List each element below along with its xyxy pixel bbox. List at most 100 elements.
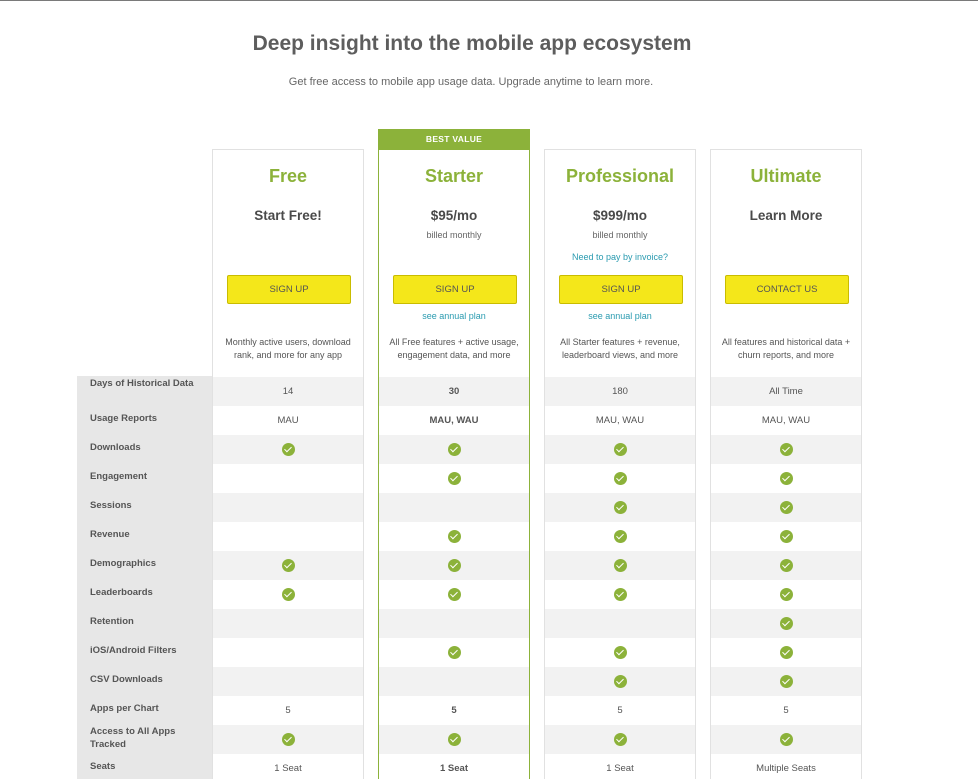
feature-cell: 1 Seat: [440, 763, 468, 774]
feature-cell: [213, 667, 363, 696]
annual-plan-link[interactable]: see annual plan: [545, 311, 695, 321]
feature-cell: [379, 493, 529, 522]
feature-cell: [711, 580, 861, 609]
annual-plan-link[interactable]: see annual plan: [379, 311, 529, 321]
feature-cell: [711, 667, 861, 696]
plan-price: $999/mo: [592, 208, 648, 223]
feature-cell: [545, 551, 695, 580]
check-circle-icon: [613, 500, 627, 514]
plan-description: Monthly active users, download rank, and…: [225, 337, 351, 360]
check-circle-icon: [613, 587, 627, 601]
feature-cell: [213, 493, 363, 522]
plan-name: Starter: [424, 166, 484, 186]
feature-cell: 14: [213, 377, 363, 406]
feature-cell: [379, 435, 529, 464]
check-circle-icon: [447, 732, 461, 746]
page-subtitle: Get free access to mobile app usage data…: [288, 76, 654, 88]
sign-up-button[interactable]: SIGN UP: [393, 275, 517, 304]
plan-card-ultimate: Ultimate Learn More CONTACT US All features…: [710, 149, 862, 779]
feature-cell: [545, 493, 695, 522]
feature-cell: 5: [617, 705, 623, 716]
feature-cell: [213, 638, 363, 667]
feature-label: Leaderboards: [90, 587, 153, 598]
feature-cell: MAU, WAU: [761, 415, 811, 426]
check-circle-icon: [613, 471, 627, 485]
feature-cell: 5: [783, 705, 789, 716]
feature-cell: [545, 638, 695, 667]
feature-label: Engagement: [90, 471, 148, 482]
feature-cell: [379, 551, 529, 580]
plan-price: Start Free!: [254, 208, 322, 223]
feature-label: Retention: [90, 616, 134, 627]
feature-cell: [213, 551, 363, 580]
feature-cell: [545, 609, 695, 638]
feature-cell: [379, 638, 529, 667]
check-circle-icon: [447, 529, 461, 543]
check-circle-icon: [613, 732, 627, 746]
feature-cell: [213, 580, 363, 609]
feature-cell: 5: [285, 705, 291, 716]
feature-cell: [379, 580, 529, 609]
check-circle-icon: [779, 529, 793, 543]
feature-cell: [711, 464, 861, 493]
sign-up-button[interactable]: SIGN UP: [559, 275, 683, 304]
feature-cell: [213, 609, 363, 638]
feature-cell: [213, 435, 363, 464]
feature-cell: [213, 725, 363, 754]
check-circle-icon: [281, 558, 295, 572]
plan-price: Learn More: [749, 208, 823, 223]
feature-cell: MAU, WAU: [595, 415, 645, 426]
check-circle-icon: [281, 732, 295, 746]
best-value-badge: BEST VALUE: [378, 129, 530, 149]
plan-description: All features and historical data + churn…: [721, 337, 851, 360]
feature-cell: [545, 580, 695, 609]
plan-name: Professional: [565, 166, 675, 186]
feature-cell: [379, 725, 529, 754]
sign-up-button[interactable]: SIGN UP: [227, 275, 351, 304]
feature-cell: [711, 435, 861, 464]
check-circle-icon: [779, 674, 793, 688]
check-circle-icon: [613, 442, 627, 456]
plan-name: Ultimate: [750, 166, 822, 186]
feature-cell: MAU: [277, 415, 299, 426]
feature-cell: [379, 522, 529, 551]
feature-cell: [711, 522, 861, 551]
feature-cell: [711, 609, 861, 638]
feature-cell: [545, 522, 695, 551]
check-circle-icon: [281, 587, 295, 601]
check-circle-icon: [447, 471, 461, 485]
feature-cell: 1 Seat: [606, 763, 634, 774]
feature-cell: [711, 493, 861, 522]
plan-name: Free: [268, 166, 308, 186]
check-circle-icon: [779, 442, 793, 456]
plan-description: All Free features + active usage, engage…: [389, 337, 519, 360]
plan-billing-note: billed monthly: [592, 230, 648, 240]
feature-label: CSV Downloads: [90, 674, 163, 685]
feature-label: Usage Reports: [90, 413, 158, 424]
feature-label: Access to All Apps Tracked: [90, 726, 176, 750]
feature-cell: 30: [379, 377, 529, 406]
check-circle-icon: [447, 645, 461, 659]
check-circle-icon: [613, 558, 627, 572]
plan-description: All Starter features + revenue, leaderbo…: [560, 337, 680, 360]
check-circle-icon: [779, 558, 793, 572]
plan-card-professional: Professional $999/mo billed monthly Need to…: [544, 149, 696, 779]
feature-label: Downloads: [90, 442, 141, 453]
contact-us-button[interactable]: CONTACT US: [725, 275, 849, 304]
feature-label: iOS/Android Filters: [90, 645, 177, 656]
check-circle-icon: [779, 616, 793, 630]
plan-billing-note: billed monthly: [426, 230, 482, 240]
feature-cell: [545, 667, 695, 696]
feature-cell: [213, 464, 363, 493]
feature-cell: 180: [545, 377, 695, 406]
check-circle-icon: [779, 471, 793, 485]
feature-cell: MAU, WAU: [429, 415, 479, 426]
feature-cell: 1 Seat: [274, 763, 302, 774]
check-circle-icon: [281, 442, 295, 456]
feature-label: Sessions: [90, 500, 132, 511]
feature-cell: Multiple Seats: [756, 763, 816, 774]
feature-cell: [379, 464, 529, 493]
page-title: Deep insight into the mobile app ecosyst…: [252, 32, 692, 55]
check-circle-icon: [779, 500, 793, 514]
invoice-link[interactable]: Need to pay by invoice?: [545, 252, 695, 262]
